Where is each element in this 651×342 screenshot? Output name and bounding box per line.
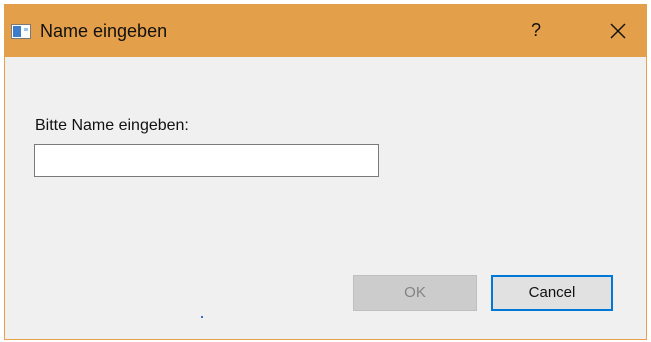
title-bar[interactable]: Name eingeben ?: [4, 4, 647, 57]
app-window-icon: [11, 24, 31, 39]
ok-button[interactable]: OK: [353, 275, 477, 311]
window-title: Name eingeben: [40, 21, 168, 41]
name-input[interactable]: [34, 144, 379, 177]
name-prompt-label: Bitte Name eingeben:: [35, 117, 189, 134]
close-button[interactable]: [598, 10, 642, 50]
stray-pixel: [201, 316, 203, 318]
help-button[interactable]: ?: [514, 10, 558, 50]
cancel-button[interactable]: Cancel: [491, 275, 613, 311]
close-icon: [610, 23, 626, 39]
dialog-window: Name eingeben ? Bitte Name eingeben: OK …: [4, 4, 647, 340]
